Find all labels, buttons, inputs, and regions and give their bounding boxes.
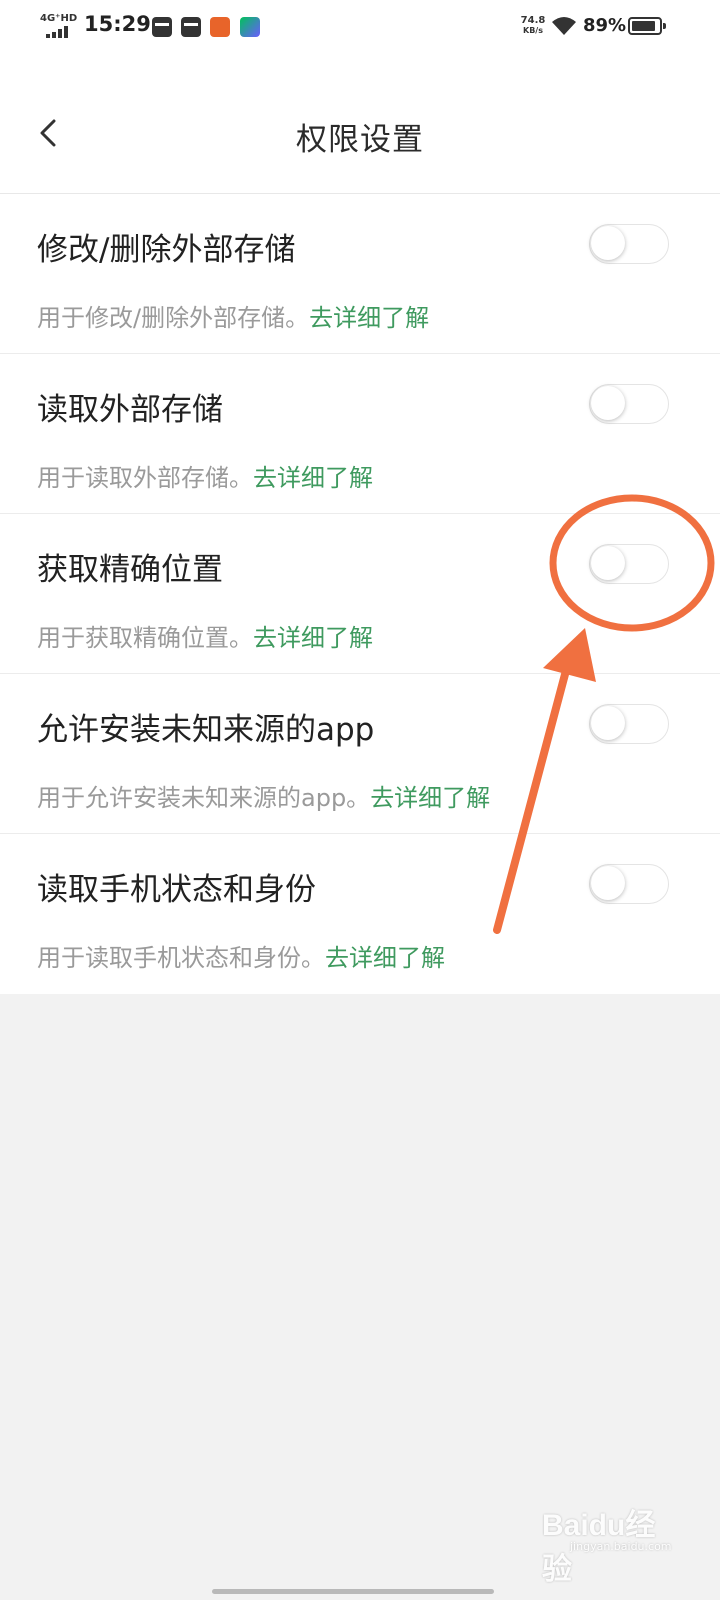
- watermark-url: jingyan.baidu.com: [570, 1540, 672, 1553]
- permission-title: 允许安装未知来源的app: [37, 712, 375, 748]
- permission-title: 修改/删除外部存储: [37, 232, 296, 268]
- network-speed: 74.8 KB/s: [519, 16, 547, 36]
- wifi-icon: [552, 17, 576, 35]
- status-time: 15:29: [84, 12, 151, 36]
- permission-toggle[interactable]: [589, 704, 669, 744]
- sim-card-icon: [181, 17, 201, 37]
- cell-signal-icon: 4G⁺HD: [40, 13, 78, 38]
- permission-title: 获取精确位置: [37, 552, 223, 588]
- toggle-knob: [591, 706, 625, 740]
- network-speed-unit: KB/s: [523, 26, 543, 35]
- network-type: 4G⁺HD: [40, 13, 78, 24]
- permission-description-text: 用于修改/删除外部存储。: [37, 304, 310, 332]
- permission-item-read-storage: 读取外部存储 用于读取外部存储。去详细了解: [0, 354, 720, 514]
- permission-toggle[interactable]: [589, 224, 669, 264]
- permission-description-text: 用于读取外部存储。: [37, 464, 253, 492]
- permission-description: 用于获取精确位置。去详细了解: [37, 618, 373, 653]
- learn-more-link[interactable]: 去详细了解: [370, 784, 490, 812]
- permission-toggle[interactable]: [589, 864, 669, 904]
- permission-description-text: 用于获取精确位置。: [37, 624, 253, 652]
- learn-more-link[interactable]: 去详细了解: [309, 304, 429, 332]
- permission-item-unknown-sources: 允许安装未知来源的app 用于允许安装未知来源的app。去详细了解: [0, 674, 720, 834]
- permission-description-text: 用于读取手机状态和身份。: [37, 944, 325, 972]
- permission-item-precise-location: 获取精确位置 用于获取精确位置。去详细了解: [0, 514, 720, 674]
- permission-description-text: 用于允许安装未知来源的app。: [37, 784, 371, 812]
- permission-description: 用于读取手机状态和身份。去详细了解: [37, 938, 445, 973]
- learn-more-link[interactable]: 去详细了解: [253, 624, 373, 652]
- learn-more-link[interactable]: 去详细了解: [325, 944, 445, 972]
- iqiyi-app-icon: [240, 17, 260, 37]
- network-speed-value: 74.8: [520, 15, 546, 26]
- toggle-knob: [591, 386, 625, 420]
- sim-card-icon: [152, 17, 172, 37]
- permission-description: 用于允许安装未知来源的app。去详细了解: [37, 778, 490, 813]
- orange-app-icon: [210, 17, 230, 37]
- page-title: 权限设置: [296, 122, 424, 158]
- toggle-knob: [591, 866, 625, 900]
- toggle-knob: [591, 546, 625, 580]
- battery-percent: 89%: [583, 15, 627, 36]
- toggle-knob: [591, 226, 625, 260]
- permission-toggle[interactable]: [589, 384, 669, 424]
- status-bar: 4G⁺HD 15:29 74.8 KB/s 89%: [0, 0, 720, 56]
- permission-description: 用于读取外部存储。去详细了解: [37, 458, 373, 493]
- home-indicator[interactable]: [212, 1589, 494, 1594]
- learn-more-link[interactable]: 去详细了解: [253, 464, 373, 492]
- baidu-watermark: Baidu经验 jingyan.baidu.com: [542, 1500, 682, 1586]
- permission-description: 用于修改/删除外部存储。去详细了解: [37, 298, 429, 333]
- permission-toggle[interactable]: [589, 544, 669, 584]
- page-header: 权限设置: [0, 56, 720, 194]
- permission-item-modify-storage: 修改/删除外部存储 用于修改/删除外部存储。去详细了解: [0, 194, 720, 354]
- permission-list: 修改/删除外部存储 用于修改/删除外部存储。去详细了解 读取外部存储 用于读取外…: [0, 194, 720, 994]
- permission-title: 读取外部存储: [37, 392, 223, 428]
- permission-title: 读取手机状态和身份: [37, 872, 316, 908]
- permission-item-phone-state: 读取手机状态和身份 用于读取手机状态和身份。去详细了解: [0, 834, 720, 994]
- battery-icon: [628, 17, 666, 35]
